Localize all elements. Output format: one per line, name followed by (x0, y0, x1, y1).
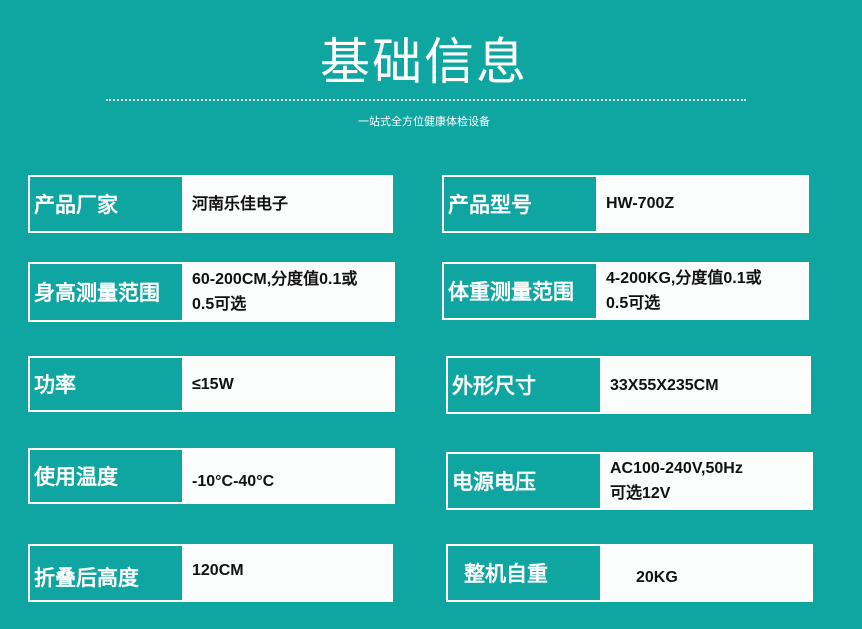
spec-value: -10°C-40°C (182, 450, 393, 502)
spec-label: 产品厂家 (34, 193, 118, 217)
spec-label: 身高测量范围 (34, 281, 160, 305)
spec-value: 河南乐佳电子 (182, 177, 391, 231)
spec-label: 折叠后高度 (34, 566, 139, 590)
spec-label: 整机自重 (464, 562, 548, 586)
spec-supply-voltage: 电源电压 AC100-240V,50Hz 可选12V (446, 452, 813, 510)
title-divider (106, 99, 746, 101)
spec-value: 4-200KG,分度值0.1或 0.5可选 (596, 264, 807, 318)
page-subtitle: 一站式全方位健康体检设备 (358, 115, 490, 128)
spec-label: 产品型号 (448, 193, 532, 217)
spec-value: 60-200CM,分度值0.1或 0.5可选 (182, 264, 393, 320)
spec-operating-temperature: 使用温度 -10°C-40°C (28, 448, 395, 504)
spec-dimensions: 外形尺寸 33X55X235CM (446, 356, 811, 414)
spec-folded-height: 折叠后高度 120CM (28, 544, 393, 602)
page-title: 基础信息 (320, 33, 528, 91)
spec-value: 33X55X235CM (600, 358, 809, 412)
spec-value: HW-700Z (596, 177, 807, 231)
spec-label: 外形尺寸 (452, 374, 536, 398)
spec-value: ≤15W (182, 358, 393, 410)
spec-value: 120CM (182, 546, 391, 600)
spec-manufacturer: 产品厂家 河南乐佳电子 (28, 175, 393, 233)
spec-value: 20KG (600, 546, 811, 600)
spec-label: 电源电压 (452, 470, 536, 494)
spec-label: 体重测量范围 (448, 280, 574, 304)
spec-height-range: 身高测量范围 60-200CM,分度值0.1或 0.5可选 (28, 262, 395, 322)
spec-power: 功率 ≤15W (28, 356, 395, 412)
spec-net-weight: 整机自重 20KG (446, 544, 813, 602)
spec-weight-range: 体重测量范围 4-200KG,分度值0.1或 0.5可选 (442, 262, 809, 320)
spec-label: 功率 (34, 373, 76, 397)
spec-label: 使用温度 (34, 465, 118, 489)
spec-value: AC100-240V,50Hz 可选12V (600, 454, 811, 508)
spec-model: 产品型号 HW-700Z (442, 175, 809, 233)
